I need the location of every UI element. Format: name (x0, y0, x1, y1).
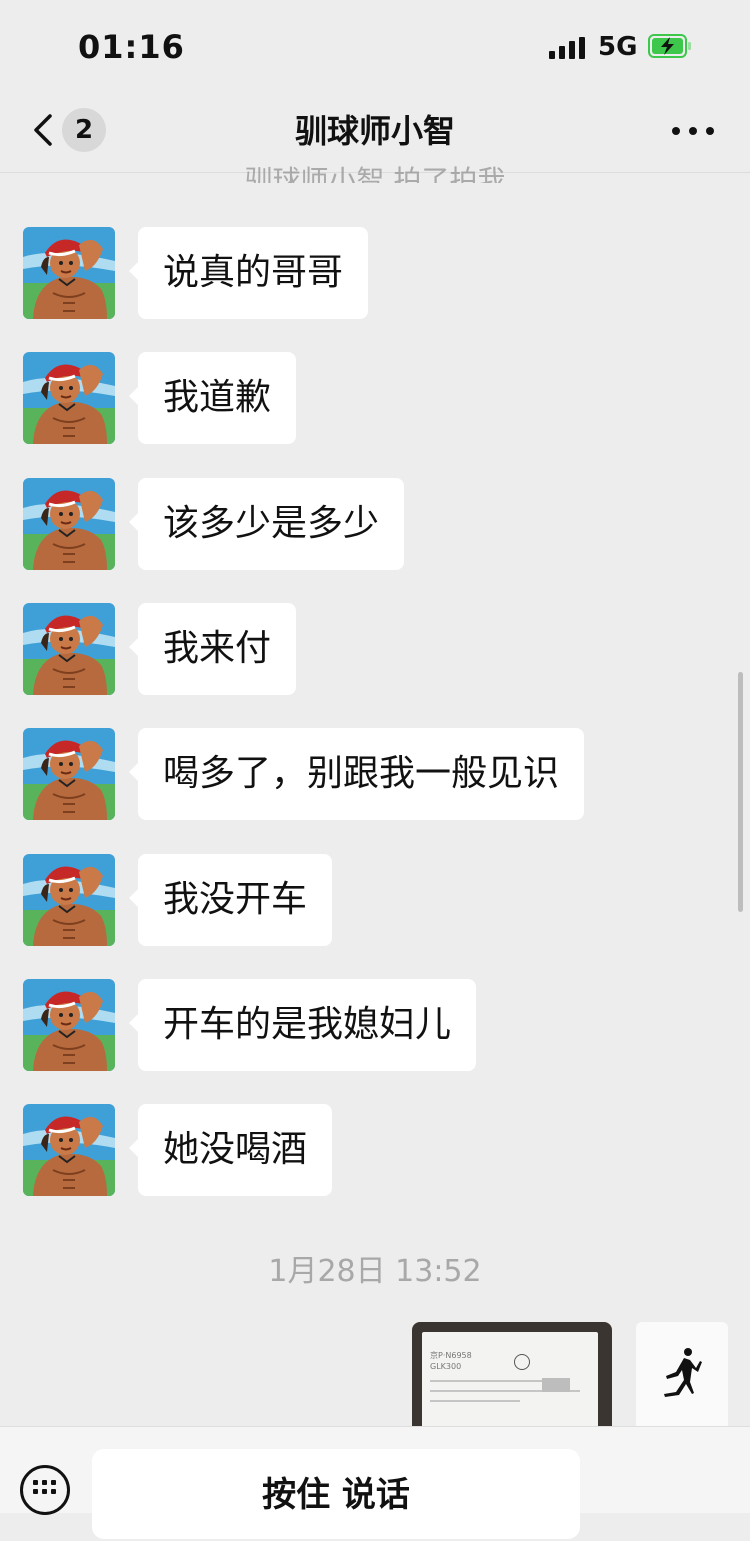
battery-charging-icon (648, 34, 691, 58)
image-message[interactable]: 京P·N6958 GLK300 (412, 1322, 612, 1426)
contact-avatar[interactable] (23, 979, 115, 1071)
message-bubble[interactable]: 喝多了，别跟我一般见识 (128, 728, 585, 820)
contact-avatar[interactable] (23, 352, 115, 444)
status-time: 01:16 (78, 28, 185, 66)
self-avatar[interactable] (636, 1322, 728, 1426)
contact-avatar[interactable] (23, 854, 115, 946)
input-bar: 按住 说话 (0, 1426, 750, 1539)
jumpman-logo-icon (664, 1348, 702, 1397)
scroll-indicator[interactable] (738, 672, 743, 912)
message-bubble[interactable]: 我道歉 (128, 352, 297, 444)
contact-avatar[interactable] (23, 1104, 115, 1196)
message-bubble[interactable]: 我没开车 (128, 854, 333, 946)
message-bubble[interactable]: 开车的是我媳妇儿 (128, 979, 477, 1071)
message-bubble[interactable]: 我来付 (128, 603, 297, 695)
pat-notice-cutoff: 驯球师小智 拍了拍我 (244, 164, 506, 183)
signal-icon (549, 37, 589, 59)
document-photo: 京P·N6958 GLK300 (422, 1332, 598, 1426)
contact-avatar[interactable] (23, 478, 115, 570)
contact-avatar[interactable] (23, 603, 115, 695)
message-bubble[interactable]: 该多少是多少 (128, 478, 405, 570)
contact-avatar[interactable] (23, 227, 115, 319)
hold-to-talk-button[interactable]: 按住 说话 (92, 1449, 580, 1539)
message-bubble[interactable]: 她没喝酒 (128, 1104, 333, 1196)
network-type: 5G (598, 32, 638, 62)
doc-plate-text: 京P·N6958 (430, 1351, 472, 1360)
more-options-icon[interactable] (668, 120, 718, 140)
chat-title: 驯球师小智 (294, 112, 455, 150)
keyboard-icon[interactable] (20, 1465, 70, 1515)
status-bar: 01:16 5G (0, 0, 750, 90)
doc-model-text: GLK300 (430, 1362, 462, 1371)
message-timestamp: 1月28日 13:52 (268, 1254, 482, 1289)
contact-avatar[interactable] (23, 728, 115, 820)
message-bubble[interactable]: 说真的哥哥 (128, 227, 369, 319)
car-logo-icon (514, 1354, 530, 1370)
